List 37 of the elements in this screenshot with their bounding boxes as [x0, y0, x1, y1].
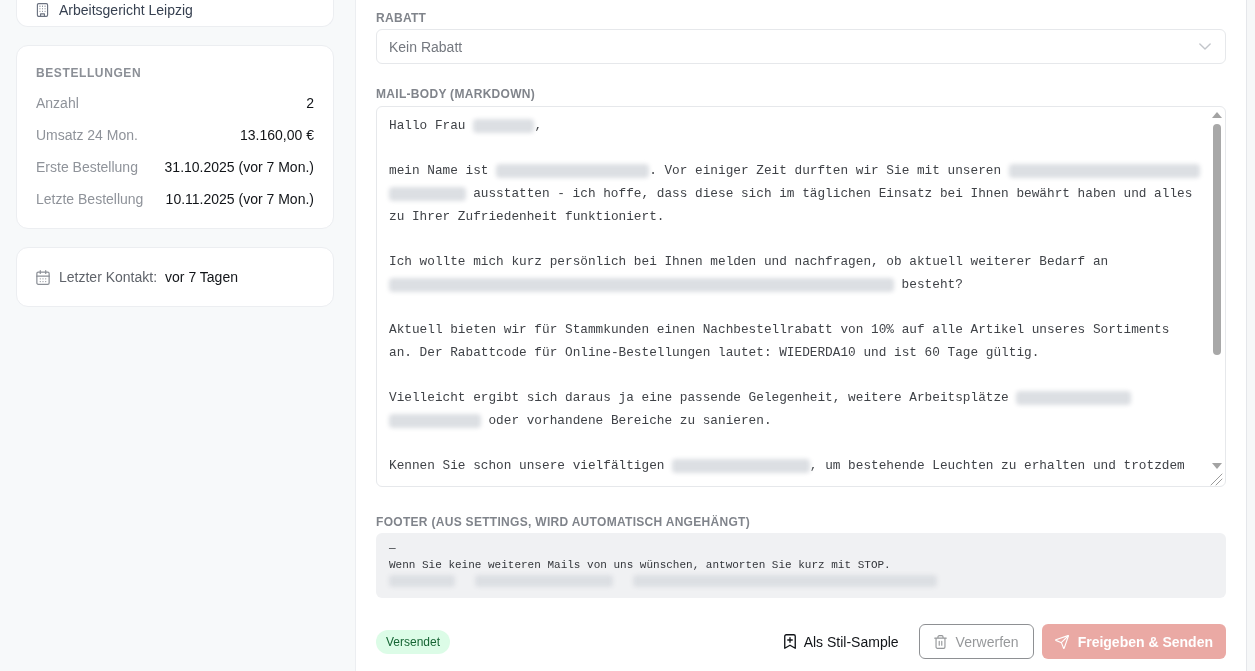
stat-label: Anzahl — [36, 94, 79, 113]
contact-label: Letzter Kontakt: — [59, 268, 158, 287]
mail-paragraph: Ich wollte mich kurz persönlich bei Ihnen melden und nachfragen, ob aktuell weiterer Bedarf an besteht? — [389, 253, 1110, 294]
trash-icon — [933, 634, 947, 649]
calendar-icon — [36, 269, 50, 285]
field-label: FOOTER (AUS SETTINGS, WIRD AUTOMATISCH ANGEHÄNGT) — [376, 514, 752, 530]
location-text: Arbeitsgericht Leipzig — [59, 1, 193, 20]
discount-select[interactable]: Kein Rabatt — [376, 29, 1226, 64]
style-sample-button[interactable]: Als Stil-Sample — [771, 624, 911, 659]
stat-value: 31.10.2025 (vor 7 Mon.) — [164, 158, 314, 177]
footer-line: Wenn Sie keine weiteren Mails von uns wünschen, antworten Sie kurz mit STOP. — [389, 557, 891, 573]
stat-value: 10.11.2025 (vor 7 Mon.) — [165, 190, 314, 209]
mail-paragraph: Kennen Sie schon unsere vielfältigen , um bestehende Leuchten zu erhalten und trotzdem — [389, 457, 1186, 476]
stat-label: Erste Bestellung — [36, 158, 138, 177]
field-label: RABATT — [376, 10, 428, 26]
send-icon — [1054, 634, 1069, 649]
stat-label: Umsatz 24 Mon. — [36, 126, 138, 145]
down-arrow-icon — [1211, 463, 1222, 469]
stat-label: Letzte Bestellung — [36, 190, 144, 209]
scrollbar-thumb[interactable] — [1212, 124, 1221, 355]
field-label: MAIL-BODY (MARKDOWN) — [376, 86, 537, 102]
stat-value: 2 — [306, 94, 314, 113]
mail-body-field[interactable] — [376, 106, 1226, 487]
mail-paragraph: Aktuell bieten wir für Stammkunden einen Nachbestellrabatt von 10% auf alle Artikel unseres Sortiments an. Der Rabattcode für Online-Bestellungen lautet: WIEDERDA10 und ist 60 Tage gültig. — [389, 321, 1171, 362]
stat-value: 13.160,00 € — [240, 126, 314, 145]
up-arrow-icon — [1211, 112, 1222, 118]
resize-grip-icon — [1210, 473, 1223, 486]
mail-paragraph: Hallo Frau , — [389, 117, 544, 135]
bookmark-plus-icon — [783, 634, 796, 649]
mail-paragraph: Vielleicht ergibt sich daraus ja eine passende Gelegenheit, weitere Arbeitsplätze oder vorhandene Bereiche zu sanieren. — [389, 387, 1208, 433]
building-icon — [36, 3, 49, 17]
section-heading: BESTELLUNGEN — [36, 65, 143, 81]
status-badge: Versendet — [376, 629, 451, 654]
chevron-down-icon — [1199, 43, 1211, 50]
mail-paragraph: mein Name ist . Vor einiger Zeit durften wir Sie mit unseren ausstatten - ich hoffe, dass diese sich im täglichen Einsatz bei Ihnen bewährt haben und alles zu Ihrer Zufriedenheit funktioniert. — [389, 160, 1208, 229]
footer-line: — — [389, 541, 396, 556]
contact-value: vor 7 Tagen — [165, 268, 238, 287]
